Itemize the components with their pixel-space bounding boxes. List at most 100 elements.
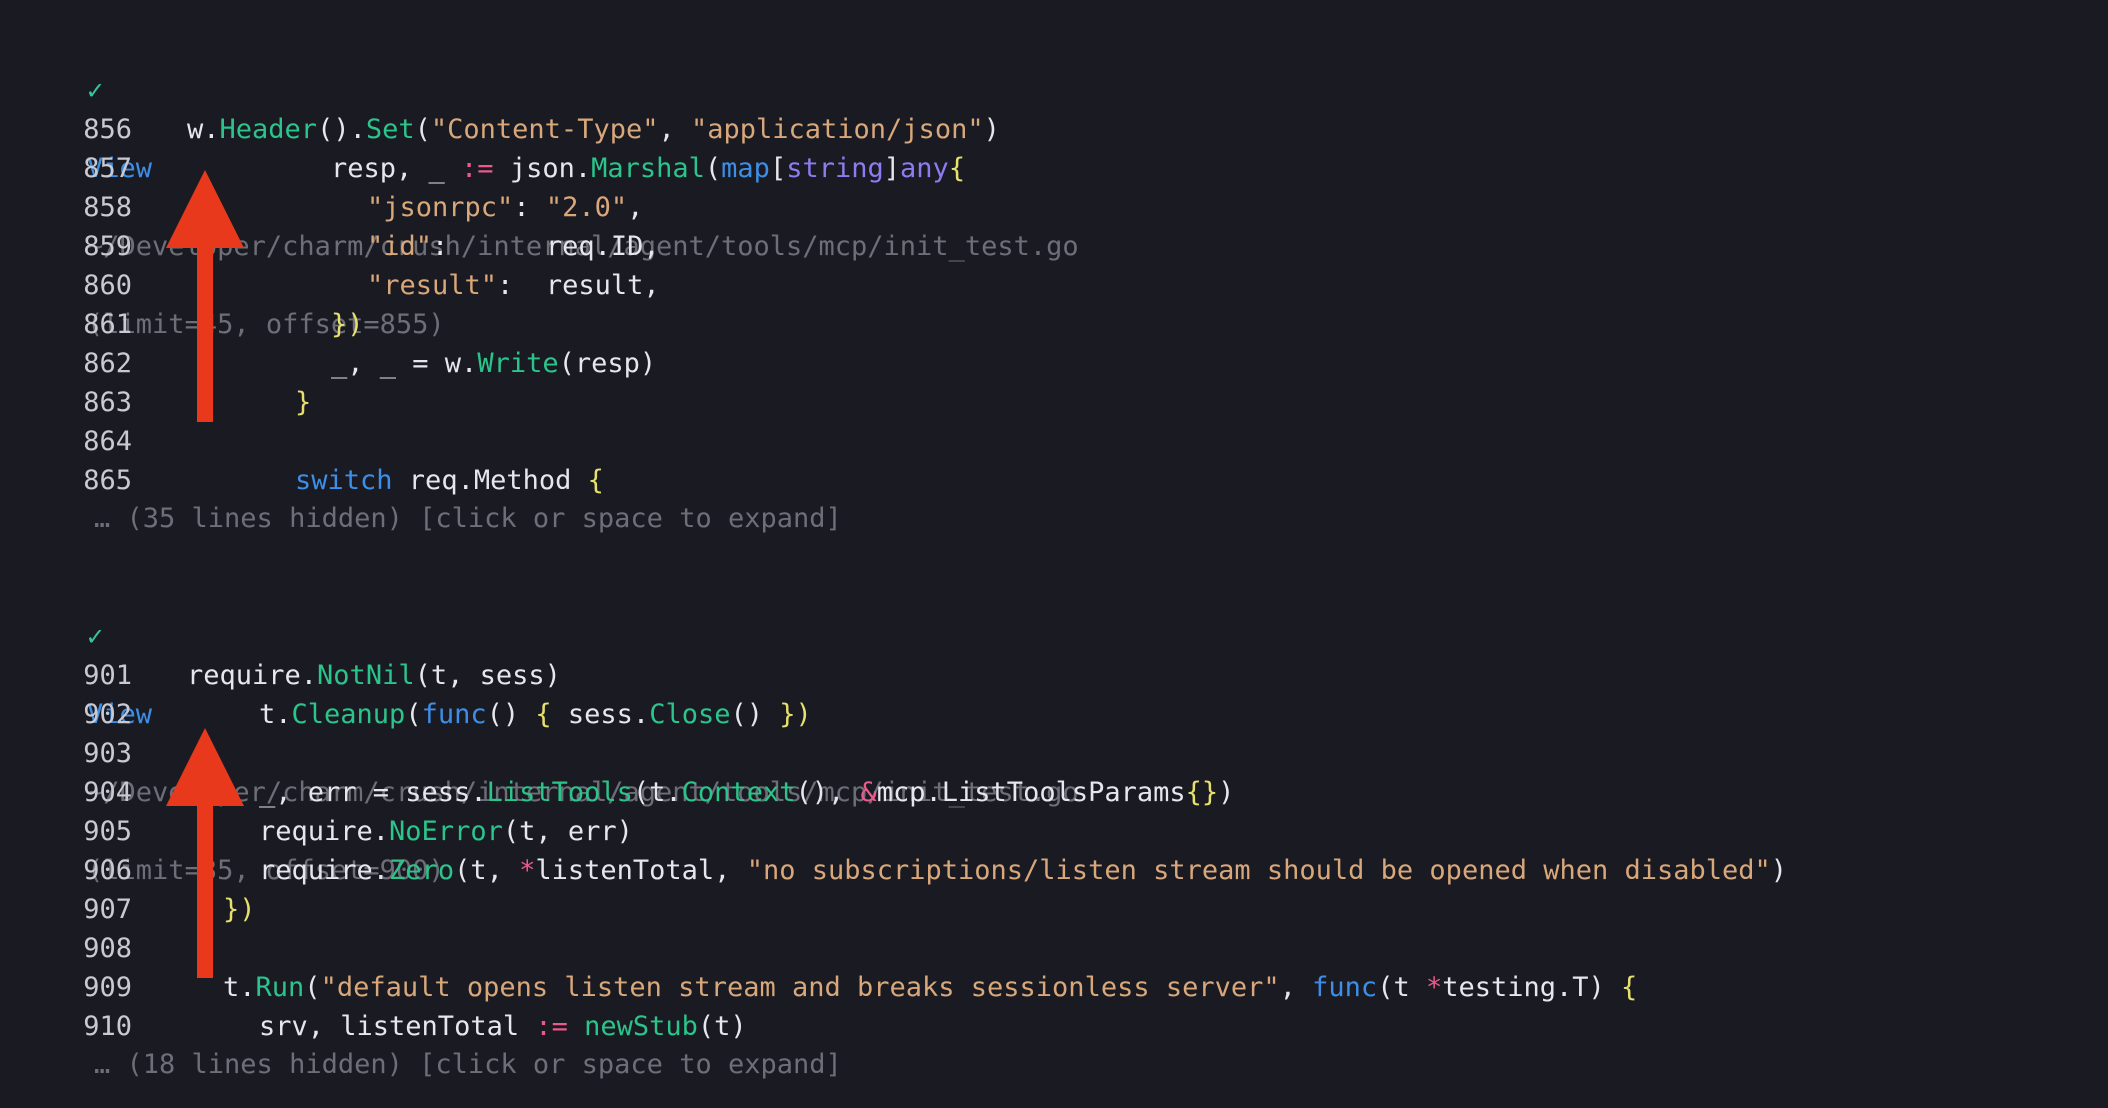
code-line: 906 require.Zero(t, *listenTotal, "no sub… xyxy=(0,851,2108,890)
code-token: [ xyxy=(769,153,787,184)
code-token: (t. xyxy=(632,777,682,808)
code-token: ) xyxy=(1770,855,1788,886)
code-token: ( xyxy=(704,153,722,184)
code-line: 907}) xyxy=(0,890,2108,929)
code-text: require.Zero(t, *listenTotal, "no subscr… xyxy=(259,851,1787,890)
code-line: 910 srv, listenTotal := newStub(t) xyxy=(0,1007,2108,1046)
line-number: 859 xyxy=(83,231,132,262)
code-token: newStub xyxy=(584,1011,698,1042)
code-token: NotNil xyxy=(317,660,415,691)
code-token: , xyxy=(627,192,644,223)
line-number: 905 xyxy=(83,816,132,847)
code-text: "result": result, xyxy=(367,266,660,305)
code-token: switch xyxy=(295,465,393,496)
code-token: Close xyxy=(649,699,731,730)
code-token: _, err = sess. xyxy=(259,777,487,808)
code-text: w.Header().Set("Content-Type", "applicat… xyxy=(187,110,1000,149)
tool-header-1[interactable]: ✓ View ~/Developer/charm/crush/internal/… xyxy=(22,32,1079,340)
code-token: mcp.ListToolsParams xyxy=(876,777,1186,808)
check-icon: ✓ xyxy=(87,621,104,652)
line-number: 908 xyxy=(83,933,132,964)
code-line: 857 resp, _ := json.Marshal(map[string]an… xyxy=(0,149,2108,188)
code-token: resp, _ xyxy=(331,153,462,184)
code-token: := xyxy=(535,1011,568,1042)
code-token: * xyxy=(1425,972,1443,1003)
code-text: "jsonrpc": "2.0", xyxy=(367,188,643,227)
code-text: resp, _ := json.Marshal(map[string]any{ xyxy=(331,149,965,188)
code-token: (), xyxy=(795,777,861,808)
code-token: ( xyxy=(414,114,431,145)
code-token: : result, xyxy=(497,270,660,301)
code-token: : req.ID, xyxy=(432,231,660,262)
code-text: switch req.Method { xyxy=(295,461,604,500)
code-token: (resp) xyxy=(558,348,657,379)
code-token: ( xyxy=(405,699,422,730)
code-token: sess. xyxy=(551,699,650,730)
expand-hidden-lines-2[interactable]: … (18 lines hidden) [click or space to e… xyxy=(94,1045,842,1084)
code-text: require.NoError(t, err) xyxy=(259,812,633,851)
code-token: "application/json" xyxy=(690,114,984,145)
code-token: "2.0" xyxy=(545,192,628,223)
code-line: 909 t.Run("default opens listen stream an… xyxy=(0,968,2108,1007)
code-text: } xyxy=(295,383,311,422)
code-token: (). xyxy=(317,114,366,145)
code-token: Write xyxy=(477,348,559,379)
code-token: , xyxy=(658,114,691,145)
code-token: Marshal xyxy=(591,153,705,184)
code-token: testing.T) xyxy=(1442,972,1622,1003)
code-token: , xyxy=(1279,972,1313,1003)
code-line: 863} xyxy=(0,383,2108,422)
code-token: "default opens listen stream and breaks … xyxy=(320,972,1280,1003)
code-token: : xyxy=(513,192,546,223)
code-token: "no subscriptions/listen stream should b… xyxy=(746,855,1771,886)
code-line: 860 "result": result, xyxy=(0,266,2108,305)
line-number: 860 xyxy=(83,270,132,301)
code-text: t.Run("default opens listen stream and b… xyxy=(223,968,1637,1007)
code-token: (t) xyxy=(697,1011,747,1042)
code-token: "id" xyxy=(367,231,433,262)
code-line: 856 w.Header().Set("Content-Type", "appli… xyxy=(0,110,2108,149)
code-line: 902 t.Cleanup(func() { sess.Close() }) xyxy=(0,695,2108,734)
code-token: require. xyxy=(259,855,390,886)
code-token: Set xyxy=(365,114,415,145)
code-token: _, _ = w. xyxy=(331,348,478,379)
line-number: 858 xyxy=(83,192,132,223)
code-line: 858 "jsonrpc": "2.0", xyxy=(0,188,2108,227)
code-token: } xyxy=(295,387,312,418)
code-token: }) xyxy=(331,309,364,340)
code-line: 864 xyxy=(0,422,2108,461)
code-token: (t, sess) xyxy=(414,660,561,691)
line-number: 903 xyxy=(83,738,132,769)
line-number: 865 xyxy=(83,465,132,496)
code-token: any xyxy=(900,153,949,184)
code-token: req.Method xyxy=(392,465,588,496)
code-token: Cleanup xyxy=(291,699,406,730)
expand-hidden-lines-1[interactable]: … (35 lines hidden) [click or space to e… xyxy=(94,499,842,538)
code-token: () xyxy=(486,699,536,730)
code-token: json. xyxy=(493,153,592,184)
code-token: & xyxy=(860,777,877,808)
line-number: 906 xyxy=(83,855,132,886)
annotation-arrow-up-2 xyxy=(166,728,244,978)
line-number: 864 xyxy=(83,426,132,457)
code-token: := xyxy=(461,153,494,184)
code-line: 862 _, _ = w.Write(resp) xyxy=(0,344,2108,383)
code-token: "Content-Type" xyxy=(430,114,659,145)
code-token: map xyxy=(721,153,770,184)
line-number: 863 xyxy=(83,387,132,418)
code-token: ( xyxy=(304,972,321,1003)
code-token: { xyxy=(535,699,552,730)
tool-header-2[interactable]: ✓ View ~/Developer/charm/crush/internal/… xyxy=(22,578,1079,886)
code-token: () xyxy=(730,699,780,730)
code-line: 903 xyxy=(0,734,2108,773)
code-text: t.Cleanup(func() { sess.Close() }) xyxy=(259,695,812,734)
code-text: }) xyxy=(331,305,364,344)
code-line: 905 require.NoError(t, err) xyxy=(0,812,2108,851)
code-token: (t, xyxy=(454,855,520,886)
code-token: func xyxy=(421,699,487,730)
code-token: Header xyxy=(219,114,318,145)
code-token: }) xyxy=(779,699,812,730)
code-line: 904 _, err = sess.ListTools(t.Context(), … xyxy=(0,773,2108,812)
line-number: 909 xyxy=(83,972,132,1003)
code-token: Zero xyxy=(389,855,455,886)
